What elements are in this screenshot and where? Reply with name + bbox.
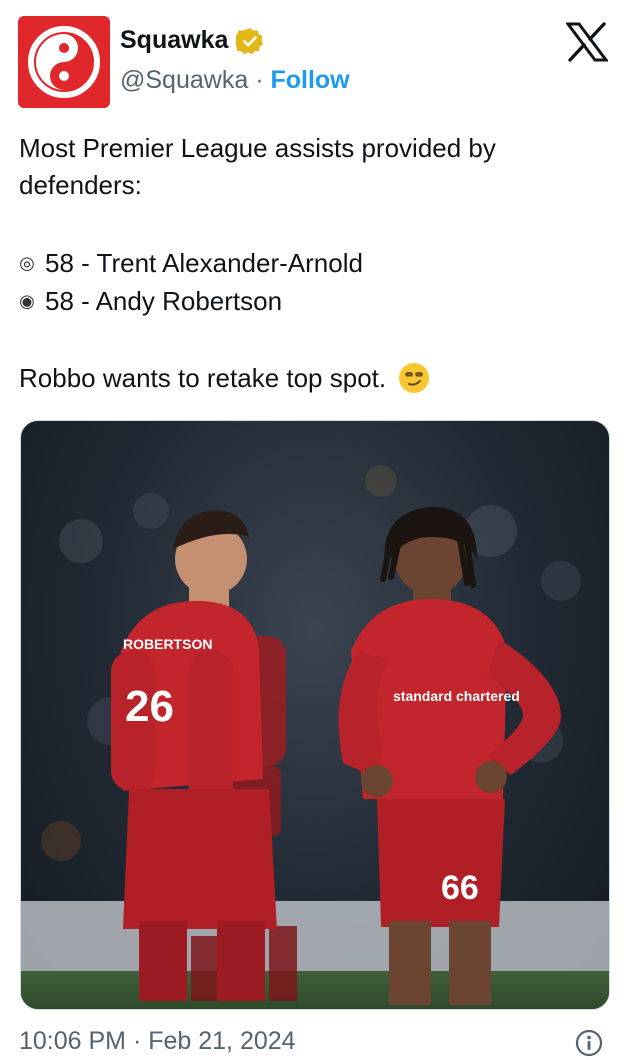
author-avatar[interactable] bbox=[18, 16, 110, 108]
tweet-text-line-2: defenders: bbox=[19, 170, 142, 200]
players-photo-illustration: 26 ROBERTSON standard chartered 66 bbox=[21, 465, 609, 1009]
kit-sponsor-text: standard chartered bbox=[393, 688, 520, 704]
list-item-text: 58 - Trent Alexander-Arnold bbox=[45, 248, 363, 278]
shirt-number: 66 bbox=[441, 869, 479, 907]
follow-button[interactable]: Follow bbox=[270, 66, 349, 94]
tweet-timestamp[interactable]: 10:06 PM · Feb 21, 2024 bbox=[19, 1027, 296, 1056]
squawka-logo-icon bbox=[28, 26, 100, 98]
closing-text: Robbo wants to retake top spot. bbox=[19, 362, 387, 393]
shirt-name: ROBERTSON bbox=[123, 636, 212, 652]
list-item-text: 58 - Andy Robertson bbox=[45, 286, 283, 316]
shirt-number: 26 bbox=[125, 682, 174, 731]
tweet-text-line-1: Most Premier League assists provided by bbox=[19, 133, 496, 163]
author-handle[interactable]: @Squawka bbox=[120, 66, 248, 94]
author-name-row[interactable]: Squawka bbox=[120, 26, 264, 55]
smirking-face-emoji-icon bbox=[399, 363, 430, 393]
svg-text:66: 66 bbox=[441, 869, 479, 907]
author-handle-row: @Squawka · Follow bbox=[120, 66, 350, 95]
bullet-icon: ◎ bbox=[19, 253, 35, 273]
x-logo-icon[interactable] bbox=[566, 22, 608, 62]
tweet-closing-line: Robbo wants to retake top spot. bbox=[19, 362, 430, 394]
svg-text:ROBERTSON: ROBERTSON bbox=[123, 636, 212, 652]
list-item: ◎ 58 - Trent Alexander-Arnold bbox=[19, 248, 363, 279]
list-item: ◉ 58 - Andy Robertson bbox=[19, 286, 282, 317]
tweet-photo[interactable]: 26 ROBERTSON standard chartered 66 bbox=[20, 420, 610, 1010]
separator-dot: · bbox=[255, 66, 264, 94]
author-name[interactable]: Squawka bbox=[120, 26, 228, 55]
verified-badge-icon bbox=[236, 27, 264, 54]
info-icon[interactable] bbox=[575, 1029, 603, 1057]
svg-text:standard chartered: standard chartered bbox=[393, 688, 520, 704]
svg-text:26: 26 bbox=[125, 682, 174, 731]
bullet-icon: ◉ bbox=[19, 291, 35, 311]
